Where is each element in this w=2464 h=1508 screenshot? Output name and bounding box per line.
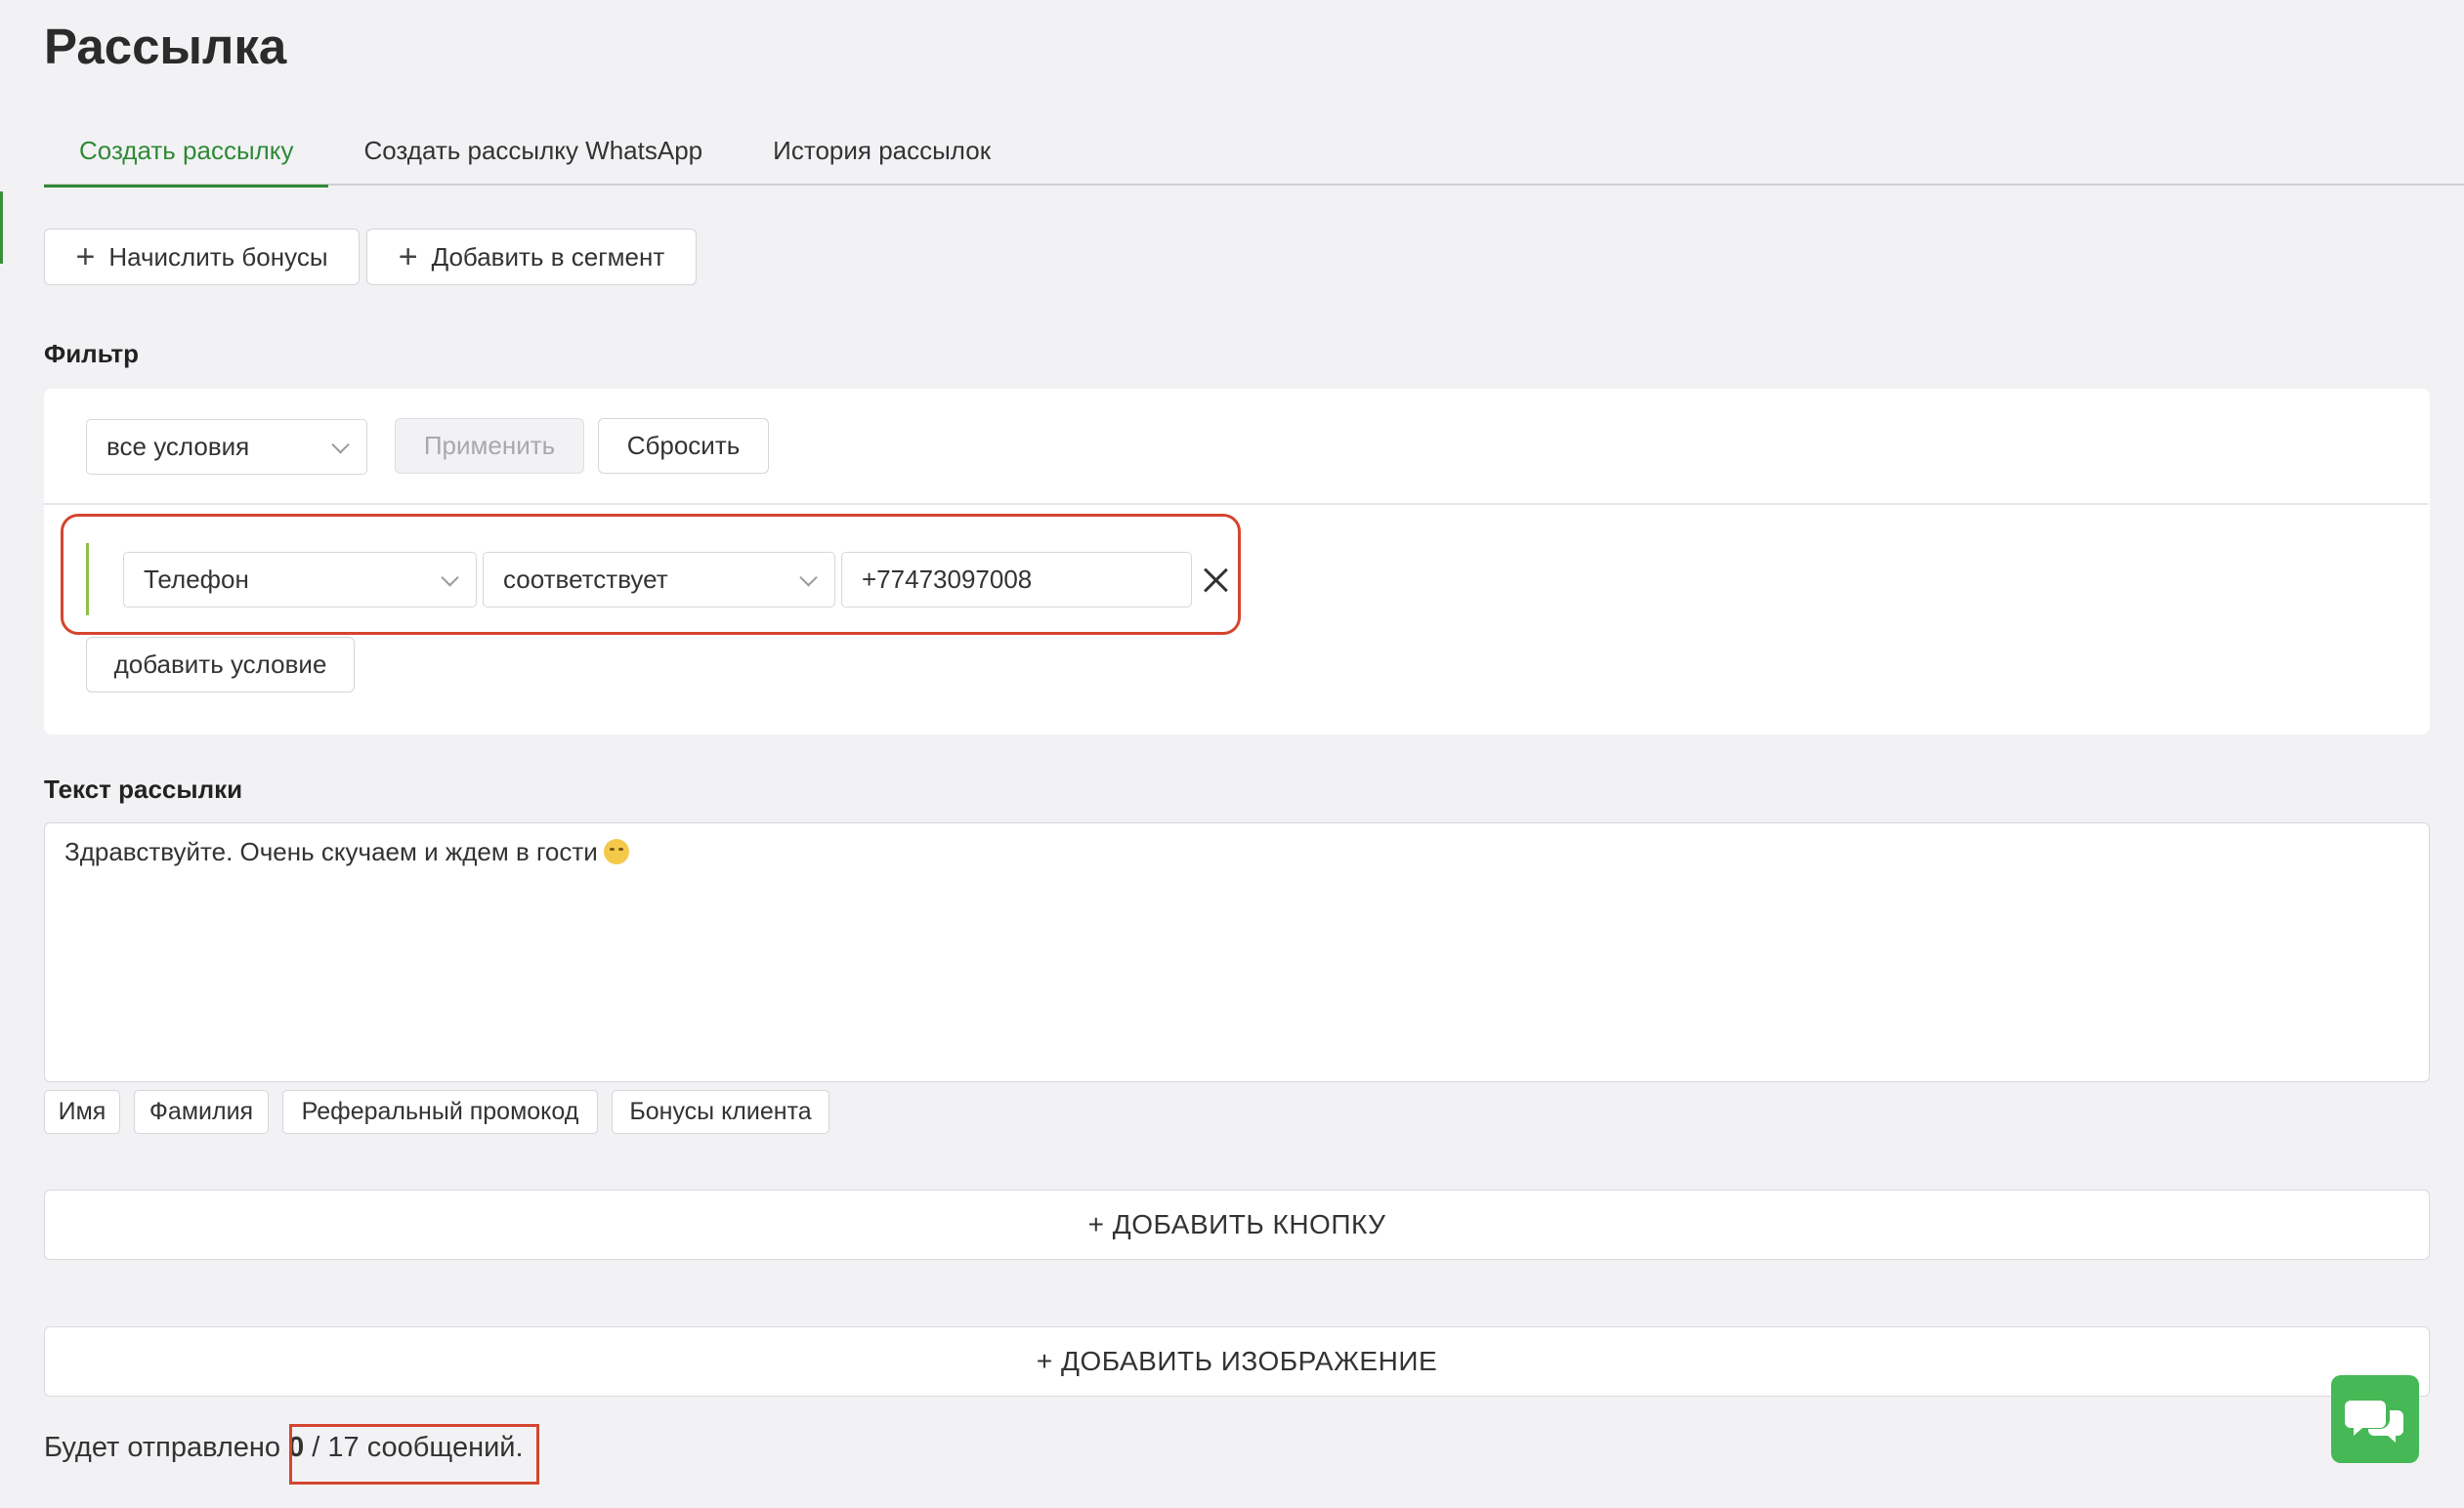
- condition-field-value: Телефон: [144, 565, 249, 594]
- chat-bubbles-icon: [2345, 1401, 2403, 1443]
- page: Рассылка Создать рассылку Создать рассыл…: [0, 0, 2464, 1508]
- add-segment-label: Добавить в сегмент: [431, 241, 665, 272]
- tab-create-whatsapp-mailing[interactable]: Создать рассылку WhatsApp: [328, 115, 738, 186]
- condition-value-input[interactable]: +77473097008: [841, 552, 1192, 607]
- chevron-down-icon: [331, 435, 350, 454]
- chevron-down-icon: [799, 567, 818, 587]
- remove-condition-icon[interactable]: [1202, 566, 1229, 594]
- condition-group-bar: [86, 543, 89, 615]
- condition-field-select[interactable]: Телефон: [123, 552, 477, 607]
- chat-button[interactable]: [2331, 1375, 2419, 1463]
- variable-chip-name[interactable]: Имя: [44, 1090, 120, 1134]
- page-title: Рассылка: [44, 19, 287, 74]
- filter-mode-select[interactable]: все условия: [86, 419, 367, 475]
- left-accent-bar: [0, 191, 3, 264]
- count-highlight: [289, 1424, 539, 1485]
- message-textarea[interactable]: Здравствуйте. Очень скучаем и ждем в гос…: [44, 822, 2430, 1082]
- filter-label: Фильтр: [44, 339, 140, 368]
- smirking-face-icon: [603, 839, 629, 864]
- add-bonus-label: Начислить бонусы: [108, 241, 328, 272]
- add-segment-button[interactable]: + Добавить в сегмент: [366, 229, 697, 285]
- send-summary-prefix: Будет отправлено: [44, 1432, 281, 1463]
- tab-bar: Создать рассылку Создать рассылку WhatsA…: [44, 115, 2464, 188]
- add-button-button[interactable]: + ДОБАВИТЬ КНОПКУ: [44, 1190, 2430, 1260]
- plus-icon: +: [75, 238, 96, 275]
- tab-create-mailing[interactable]: Создать рассылку: [44, 115, 329, 188]
- plus-icon: +: [398, 238, 418, 275]
- condition-operator-value: соответствует: [503, 565, 668, 594]
- condition-value-text: +77473097008: [862, 565, 1033, 594]
- add-bonus-button[interactable]: + Начислить бонусы: [44, 229, 360, 285]
- message-text: Здравствуйте. Очень скучаем и ждем в гос…: [64, 837, 598, 866]
- add-image-button[interactable]: + ДОБАВИТЬ ИЗОБРАЖЕНИЕ: [44, 1326, 2430, 1397]
- condition-operator-select[interactable]: соответствует: [483, 552, 835, 607]
- filter-divider: [44, 503, 2428, 505]
- variable-chip-surname[interactable]: Фамилия: [134, 1090, 269, 1134]
- apply-button[interactable]: Применить: [395, 418, 584, 474]
- variable-chip-client-bonuses[interactable]: Бонусы клиента: [612, 1090, 829, 1134]
- variable-chip-referral-code[interactable]: Реферальный промокод: [282, 1090, 598, 1134]
- add-condition-button[interactable]: добавить условие: [86, 637, 355, 692]
- filter-mode-value: все условия: [106, 432, 250, 461]
- chevron-down-icon: [441, 567, 459, 587]
- message-text-label: Текст рассылки: [44, 775, 243, 804]
- tab-mailing-history[interactable]: История рассылок: [738, 115, 1026, 186]
- reset-button[interactable]: Сбросить: [598, 418, 769, 474]
